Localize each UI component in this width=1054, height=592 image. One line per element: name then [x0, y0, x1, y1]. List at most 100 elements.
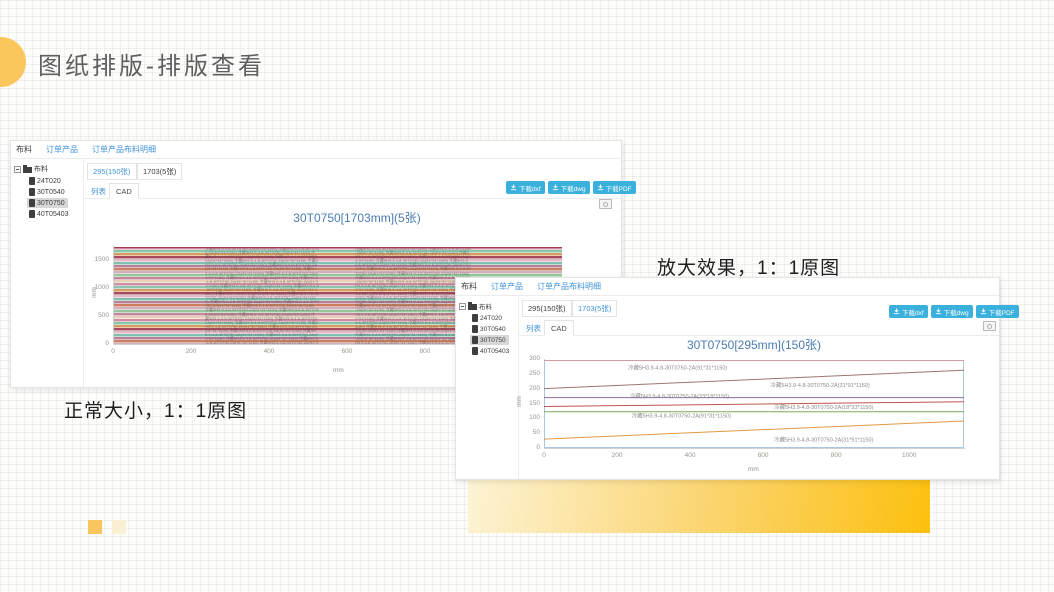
y-tick: 50 [514, 429, 540, 436]
download-pdf-button[interactable]: 下载PDF [593, 181, 636, 194]
file-icon [472, 314, 478, 322]
download-dwg-button[interactable]: 下载dwg [548, 181, 590, 194]
y-tick: 250 [514, 370, 540, 377]
tree-item-30T0540[interactable]: 30T0540 [27, 187, 68, 197]
y-tick: 300 [514, 355, 540, 362]
save-as-image-icon[interactable] [983, 321, 996, 331]
view-tab-cad[interactable]: CAD [544, 320, 574, 336]
part-label: 冷藏5H3.9-4.8-30T0750-2A(33*18*1150) [630, 392, 729, 400]
nesting-line-chart: 冷藏5H3.9-4.8-30T0750-2A(91*31*1150) 冷藏5H3.… [544, 359, 964, 448]
x-tick: 1000 [894, 452, 924, 459]
download-dwg-button[interactable]: 下载dwg [931, 305, 973, 318]
file-icon [472, 347, 478, 355]
file-icon [29, 210, 35, 218]
y-tick: 1500 [83, 256, 109, 263]
nav-tab-order-product-fabric-detail[interactable]: 订单产品布料明细 [537, 281, 601, 292]
file-icon [29, 199, 35, 207]
export-buttons: 下载dxf 下载dwg 下载PDF [506, 181, 636, 194]
tree-root-label: 布料 [34, 164, 48, 174]
folder-icon [468, 304, 477, 310]
tab-bar-divider [83, 198, 621, 199]
download-icon [893, 308, 900, 315]
x-axis-label: mm [333, 367, 344, 374]
caption-normal-size: 正常大小，1：1原图 [64, 396, 247, 423]
x-tick: 0 [529, 452, 559, 459]
download-icon [510, 184, 517, 191]
collapse-icon[interactable] [14, 166, 21, 173]
part-label: 冷藏5H3.9-4.8-30T0750-2A(18*33*1150) [774, 403, 873, 411]
nav-tab-order-product-fabric-detail[interactable]: 订单产品布料明细 [92, 144, 156, 155]
x-tick: 400 [254, 348, 284, 355]
nav-tab-order-product[interactable]: 订单产品 [46, 144, 78, 155]
part-label: 冷藏5H3.9-4.8-30T0750-2A(91*31*1150) [628, 363, 727, 371]
x-axis-label: mm [748, 466, 759, 473]
tree-item-30T0750[interactable]: 30T0750 [470, 335, 509, 345]
size-tab-295[interactable]: 295(150张) [522, 300, 572, 317]
tree-item-40T05403[interactable]: 40T05403 [27, 209, 72, 219]
tree-item-24T020[interactable]: 24T020 [27, 176, 64, 186]
tree-item-30T0540[interactable]: 30T0540 [470, 324, 509, 334]
download-icon [935, 308, 942, 315]
fabric-tree: 布料 24T020 30T0540 30T0750 40T05403 [11, 159, 84, 387]
x-tick: 800 [410, 348, 440, 355]
part-label: 冷藏5H3.9-4.8-30T0750-2A(91*31*1150) [632, 411, 731, 419]
x-tick: 600 [748, 452, 778, 459]
file-icon [29, 188, 35, 196]
size-tab-295[interactable]: 295(150张) [87, 163, 137, 180]
y-tick: 0 [514, 444, 540, 451]
app-window-zoomed: 布料 订单产品 订单产品布料明细 布料 24T020 30T0540 30T07… [455, 277, 1000, 480]
export-buttons: 下载dxf 下载dwg 下载PDF [889, 305, 1019, 318]
download-pdf-button[interactable]: 下载PDF [976, 305, 1019, 318]
y-tick: 500 [83, 312, 109, 319]
download-icon [980, 308, 987, 315]
download-dxf-button[interactable]: 下载dxf [889, 305, 928, 318]
piece-edge-3 [544, 402, 964, 407]
x-tick: 400 [675, 452, 705, 459]
y-axis-label: mm [516, 396, 523, 407]
tree-root[interactable]: 布料 [14, 164, 48, 174]
fabric-tree: 布料 24T020 30T0540 30T0750 40T05403 [456, 296, 519, 479]
download-icon [552, 184, 559, 191]
x-tick: 600 [332, 348, 362, 355]
y-axis-label: mm [91, 287, 98, 298]
nav-tab-order-product[interactable]: 订单产品 [491, 281, 523, 292]
x-tick: 0 [98, 348, 128, 355]
view-tab-list[interactable]: 列表 [91, 186, 106, 197]
download-dxf-button[interactable]: 下载dxf [506, 181, 545, 194]
part-label: 冷藏5H3.9-4.8-30T0750-2A(31*91*1150) [774, 435, 873, 443]
caption-zoom-effect: 放大效果，1：1原图 [657, 253, 840, 280]
tree-root-label: 布料 [479, 301, 492, 311]
page-title: 图纸排版-排版查看 [38, 46, 265, 81]
piece-edge-5 [544, 421, 964, 439]
nav-tab-fabric[interactable]: 布料 [461, 281, 477, 292]
chart-title: 30T0750[295mm](150张) [564, 336, 944, 353]
slide: 图纸排版-排版查看 布料 订单产品 订单产品布料明细 布料 24T020 30T… [0, 0, 1054, 592]
bottom-accent-bar [468, 479, 930, 533]
file-icon [472, 325, 478, 333]
accent-square-dark [88, 520, 102, 534]
accent-circle [0, 37, 26, 87]
view-tab-list[interactable]: 列表 [526, 323, 541, 334]
view-tab-cad[interactable]: CAD [109, 183, 139, 199]
y-tick: 200 [514, 385, 540, 392]
size-tab-1703[interactable]: 1703(5张) [137, 163, 182, 180]
tree-item-24T020[interactable]: 24T020 [470, 313, 505, 323]
nav-tab-fabric[interactable]: 布料 [16, 144, 32, 155]
x-tick: 800 [821, 452, 851, 459]
folder-icon [23, 167, 32, 173]
tree-item-40T05403[interactable]: 40T05403 [470, 346, 512, 356]
file-icon [29, 177, 35, 185]
tree-root[interactable]: 布料 [459, 301, 492, 311]
x-tick: 200 [176, 348, 206, 355]
download-icon [597, 184, 604, 191]
part-label: 冷藏5H3.9-4.8-30T0750-2A(31*91*1150) [770, 381, 869, 389]
size-tab-1703[interactable]: 1703(5张) [572, 300, 617, 317]
x-axis-line [544, 448, 965, 449]
top-nav: 布料 订单产品 订单产品布料明细 [11, 141, 621, 159]
accent-square-light [112, 520, 126, 534]
save-as-image-icon[interactable] [599, 199, 612, 209]
tree-item-30T0750[interactable]: 30T0750 [27, 198, 68, 208]
collapse-icon[interactable] [459, 303, 466, 310]
dense-part-labels: 冷藏5H3.9-4.8-30T0750-2A(91*31*1150) 冷藏5H3… [205, 247, 319, 344]
file-icon [472, 336, 478, 344]
